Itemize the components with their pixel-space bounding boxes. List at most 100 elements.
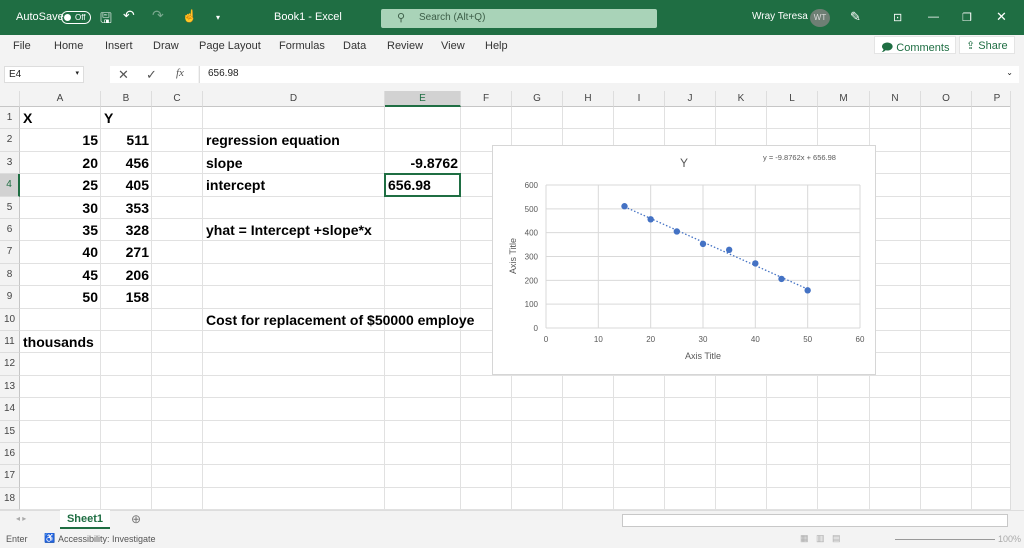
view-buttons[interactable]: ▦ ▥ ▤ (800, 533, 841, 544)
cell-B1[interactable]: Y (101, 107, 116, 129)
column-header-K[interactable]: K (716, 91, 767, 107)
undo-icon[interactable]: ↶ (123, 7, 135, 24)
cell-A3[interactable]: 20 (20, 152, 101, 174)
row-header-9[interactable]: 9 (0, 286, 20, 309)
cell-A2[interactable]: 15 (20, 129, 101, 151)
accessibility-status[interactable]: Accessibility: Investigate (58, 534, 156, 544)
redo-icon[interactable]: ↷ (152, 7, 164, 24)
cell-D6[interactable]: yhat = Intercept +slope*x (203, 219, 375, 241)
expand-formula-icon[interactable]: ⌄ (1006, 68, 1013, 77)
cell-A7[interactable]: 40 (20, 241, 101, 263)
autosave-toggle[interactable]: Off (61, 11, 91, 24)
ribbon-tab-data[interactable]: Data (343, 40, 366, 52)
column-header-O[interactable]: O (921, 91, 972, 107)
ribbon-display-icon[interactable]: ⊡ (893, 11, 902, 24)
column-header-L[interactable]: L (767, 91, 818, 107)
cell-A6[interactable]: 35 (20, 219, 101, 241)
select-all-button[interactable] (0, 91, 20, 107)
pen-icon[interactable]: ✎ (850, 9, 861, 25)
scroll-tabs-left-icon[interactable]: ◂ ▸ (16, 514, 26, 523)
column-header-E[interactable]: E (385, 91, 461, 107)
cell-B9[interactable]: 158 (101, 286, 152, 308)
horizontal-scrollbar[interactable] (622, 514, 1008, 527)
add-sheet-icon[interactable]: ⊕ (131, 512, 141, 526)
avatar[interactable]: WT (810, 9, 830, 27)
cancel-icon[interactable]: ✕ (118, 67, 129, 83)
column-header-B[interactable]: B (101, 91, 152, 107)
row-header-13[interactable]: 13 (0, 375, 20, 399)
save-icon[interactable]: 🖫 (100, 8, 112, 32)
ribbon-tab-help[interactable]: Help (485, 40, 508, 52)
ribbon-tab-review[interactable]: Review (387, 40, 423, 52)
insert-function-icon[interactable]: fx (176, 67, 184, 79)
row-header-10[interactable]: 10 (0, 308, 20, 331)
restore-icon[interactable]: ❐ (962, 11, 972, 24)
cell-B7[interactable]: 271 (101, 241, 152, 263)
row-header-14[interactable]: 14 (0, 398, 20, 421)
ribbon-tab-formulas[interactable]: Formulas (279, 40, 325, 52)
row-header-16[interactable]: 16 (0, 443, 20, 466)
cell-D2[interactable]: regression equation (203, 129, 343, 151)
row-header-7[interactable]: 7 (0, 241, 20, 264)
column-header-F[interactable]: F (461, 91, 512, 107)
column-header-G[interactable]: G (512, 91, 563, 107)
column-header-H[interactable]: H (563, 91, 614, 107)
row-header-8[interactable]: 8 (0, 263, 20, 287)
search-box[interactable]: ⚲ Search (Alt+Q) (381, 9, 657, 28)
sheet-tab-sheet1[interactable]: Sheet1 (60, 510, 110, 529)
cell-D4[interactable]: intercept (203, 174, 268, 196)
zoom-level[interactable]: 100% (998, 534, 1021, 544)
name-box[interactable]: E4 ▾ (4, 66, 84, 83)
row-header-11[interactable]: 11 (0, 331, 20, 354)
column-header-P[interactable]: P (972, 91, 1010, 107)
cell-B3[interactable]: 456 (101, 152, 152, 174)
row-header-18[interactable]: 18 (0, 487, 20, 510)
cell-B2[interactable]: 511 (101, 129, 152, 151)
ribbon-tab-page-layout[interactable]: Page Layout (199, 40, 261, 52)
column-header-D[interactable]: D (203, 91, 385, 107)
ribbon-tab-draw[interactable]: Draw (153, 40, 179, 52)
ribbon-tab-view[interactable]: View (441, 40, 465, 52)
cell-E3[interactable]: -9.8762 (385, 152, 461, 174)
cell-A9[interactable]: 50 (20, 286, 101, 308)
row-header-3[interactable]: 3 (0, 151, 20, 175)
zoom-slider[interactable] (895, 539, 995, 540)
cell-A8[interactable]: 45 (20, 264, 101, 286)
cell-A5[interactable]: 30 (20, 197, 101, 219)
row-header-6[interactable]: 6 (0, 219, 20, 242)
column-header-M[interactable]: M (818, 91, 870, 107)
row-header-2[interactable]: 2 (0, 129, 20, 152)
row-header-17[interactable]: 17 (0, 465, 20, 488)
share-button[interactable]: ⇪ Share (959, 36, 1015, 54)
formula-input[interactable]: 656.98 ⌄ (199, 66, 1019, 83)
ribbon-tab-home[interactable]: Home (54, 40, 83, 52)
close-icon[interactable]: ✕ (996, 9, 1007, 25)
customize-toolbar-icon[interactable]: ▾ (216, 13, 220, 22)
column-header-I[interactable]: I (614, 91, 665, 107)
vertical-scrollbar[interactable] (1010, 91, 1024, 510)
enter-icon[interactable]: ✓ (146, 67, 157, 83)
column-header-N[interactable]: N (870, 91, 921, 107)
cell-B8[interactable]: 206 (101, 264, 152, 286)
row-header-4[interactable]: 4 (0, 174, 20, 197)
scatter-chart[interactable]: 0 100 200 300 400 500 600 0 10 20 30 40 50 60 Yy = -9.… (492, 145, 876, 375)
cell-A4[interactable]: 25 (20, 174, 101, 196)
row-header-12[interactable]: 12 (0, 353, 20, 376)
accessibility-icon[interactable]: ♿ (44, 533, 55, 544)
row-header-15[interactable]: 15 (0, 420, 20, 443)
cell-B6[interactable]: 328 (101, 219, 152, 241)
ribbon-tab-insert[interactable]: Insert (105, 40, 133, 52)
row-header-1[interactable]: 1 (0, 107, 20, 130)
cell-B4[interactable]: 405 (101, 174, 152, 196)
chevron-down-icon[interactable]: ▾ (75, 69, 79, 77)
cell-D10[interactable]: Cost for replacement of $50000 employe (203, 309, 477, 331)
minimize-icon[interactable]: — (928, 11, 939, 23)
cell-E4[interactable]: 656.98 (385, 174, 434, 196)
touch-mode-icon[interactable]: ☝ (182, 9, 197, 23)
cell-A11[interactable]: thousands (20, 331, 97, 353)
column-header-A[interactable]: A (20, 91, 101, 107)
cell-A1[interactable]: X (20, 107, 35, 129)
comments-button[interactable]: 🗩 Comments (874, 36, 957, 54)
ribbon-tab-file[interactable]: File (13, 40, 31, 52)
cell-D3[interactable]: slope (203, 152, 246, 174)
